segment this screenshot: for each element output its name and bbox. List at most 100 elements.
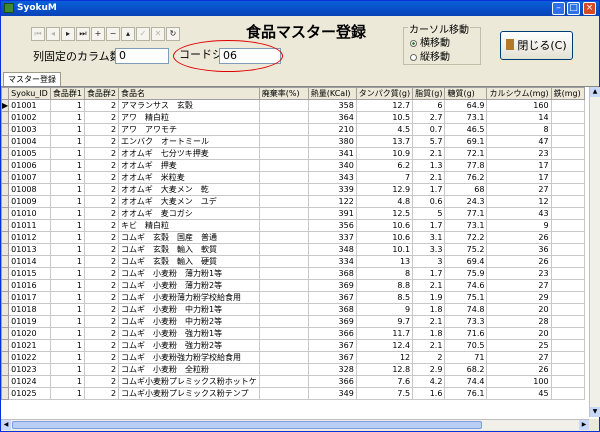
table-cell[interactable]: 01009 [8,195,51,208]
table-row[interactable]: 01012 1 2 コムギ 玄穀 国産 普通 337 10.6 3.1 72.2 26 [1,231,585,244]
table-cell[interactable]: 45 [486,387,552,400]
table-cell[interactable]: 1.8 [412,303,446,316]
table-cell[interactable]: 74.8 [444,303,488,316]
table-cell[interactable]: 2 [83,255,120,268]
table-cell[interactable]: 380 [307,135,357,148]
table-cell[interactable]: 348 [307,243,357,256]
table-row[interactable]: 01018 1 2 コムギ 小麦粉 中力粉1等 368 9 1.8 74.8 20 [1,303,585,316]
table-cell[interactable]: 369 [307,315,357,328]
row-indicator[interactable] [1,291,10,304]
table-cell[interactable]: オオムギ 麦コガシ [118,207,260,220]
table-cell[interactable]: 1.9 [412,291,446,304]
table-cell[interactable]: 2 [83,291,120,304]
table-cell[interactable]: 3.3 [412,243,446,256]
table-cell[interactable]: 2 [83,279,120,292]
table-cell[interactable]: 01014 [8,255,51,268]
table-cell[interactable]: 01001 [8,99,51,112]
table-cell[interactable]: 2 [83,123,120,136]
table-cell[interactable] [258,339,309,352]
table-cell[interactable]: 4.8 [355,195,414,208]
table-cell[interactable]: コムギ 小麦粉 全粒粉 [118,363,260,376]
row-indicator[interactable] [1,267,10,280]
table-cell[interactable] [258,111,309,124]
table-cell[interactable]: 10.6 [355,219,414,232]
table-cell[interactable]: 10.6 [355,231,414,244]
table-cell[interactable]: 1.6 [412,387,446,400]
column-header[interactable]: 食品群1 [49,87,85,100]
table-cell[interactable]: 75.2 [444,243,488,256]
table-row[interactable]: 01024 1 2 コムギ小麦粉プレミックス粉ホットケ 366 7.6 4.2 74.4 100 [1,375,585,388]
table-cell[interactable]: 12.4 [355,339,414,352]
table-cell[interactable]: 2 [83,339,120,352]
table-cell[interactable]: 1 [49,315,85,328]
table-cell[interactable]: 2.1 [412,279,446,292]
table-cell[interactable]: 6.2 [355,159,414,172]
table-row[interactable]: ▶ 01001 1 2 アマランサス 玄穀 358 12.7 6 64.9 160 [1,99,585,112]
table-cell[interactable] [258,387,309,400]
table-cell[interactable]: 9 [355,303,414,316]
table-cell[interactable]: 2 [412,351,446,364]
table-cell[interactable] [550,291,585,304]
table-cell[interactable]: 29 [486,291,552,304]
table-cell[interactable] [258,375,309,388]
table-cell[interactable]: 8 [486,123,552,136]
table-cell[interactable]: 71 [444,351,488,364]
table-cell[interactable]: 01008 [8,183,51,196]
table-cell[interactable]: オオムギ 米粒麦 [118,171,260,184]
table-cell[interactable]: 01018 [8,303,51,316]
table-cell[interactable]: コムギ 玄穀 輸入 硬質 [118,255,260,268]
table-cell[interactable] [258,351,309,364]
table-cell[interactable]: 47 [486,135,552,148]
table-cell[interactable]: 1 [49,303,85,316]
table-cell[interactable]: 13.7 [355,135,414,148]
table-cell[interactable]: 1 [49,291,85,304]
table-cell[interactable]: 8 [355,267,414,280]
table-row[interactable]: 01002 1 2 アワ 精白粒 364 10.5 2.7 73.1 14 [1,111,585,124]
table-row[interactable]: 01021 1 2 コムギ 小麦粉 強力粉2等 367 12.4 2.1 70.5 25 [1,339,585,352]
table-cell[interactable]: 1.8 [412,327,446,340]
table-cell[interactable]: 01013 [8,243,51,256]
table-cell[interactable]: 72.2 [444,231,488,244]
table-cell[interactable]: 7.6 [355,375,414,388]
table-cell[interactable]: 4.2 [412,375,446,388]
table-cell[interactable]: 5 [412,207,446,220]
row-indicator[interactable] [1,111,10,124]
table-cell[interactable] [258,123,309,136]
table-cell[interactable]: コムギ 玄穀 国産 普通 [118,231,260,244]
table-cell[interactable]: コムギ 小麦粉 強力粉1等 [118,327,260,340]
table-cell[interactable]: 1.3 [412,159,446,172]
table-cell[interactable]: 1 [49,243,85,256]
table-cell[interactable]: 12 [355,351,414,364]
table-cell[interactable]: コムギ 小麦粉 中力粉1等 [118,303,260,316]
table-cell[interactable]: 13 [355,255,414,268]
table-cell[interactable]: 76.2 [444,171,488,184]
table-cell[interactable] [550,159,585,172]
column-header[interactable]: 廃棄率(%) [258,87,309,100]
table-cell[interactable]: 1 [49,267,85,280]
table-cell[interactable]: コムギ 小麦粉強力粉学校給食用 [118,351,260,364]
table-cell[interactable]: 328 [307,363,357,376]
table-cell[interactable]: 1 [49,123,85,136]
row-indicator[interactable] [1,171,10,184]
table-cell[interactable]: 75.9 [444,267,488,280]
table-cell[interactable]: 339 [307,183,357,196]
table-cell[interactable]: 1 [49,339,85,352]
table-cell[interactable] [550,279,585,292]
table-cell[interactable]: 12.8 [355,363,414,376]
next-record-icon[interactable]: ▸ [61,27,75,41]
table-row[interactable]: 01015 1 2 コムギ 小麦粉 薄力粉1等 368 8 1.7 75.9 23 [1,267,585,280]
row-indicator[interactable] [1,279,10,292]
table-cell[interactable]: エンバク オートミール [118,135,260,148]
table-cell[interactable]: コムギ 小麦粉 中力粉2等 [118,315,260,328]
table-cell[interactable]: 1 [49,375,85,388]
table-cell[interactable] [258,231,309,244]
table-cell[interactable] [258,171,309,184]
table-cell[interactable]: 5.7 [412,135,446,148]
row-indicator[interactable] [1,147,10,160]
table-cell[interactable]: 28 [486,315,552,328]
table-row[interactable]: 01006 1 2 オオムギ 押麦 340 6.2 1.3 77.8 17 [1,159,585,172]
data-grid[interactable]: Syoku_ID 食品群1 食品群2 食品名 廃棄率(%) 熱量(KCal) タンパク質(g… [1,86,599,419]
table-cell[interactable] [550,135,585,148]
table-cell[interactable]: アワ 精白粒 [118,111,260,124]
table-cell[interactable] [258,279,309,292]
